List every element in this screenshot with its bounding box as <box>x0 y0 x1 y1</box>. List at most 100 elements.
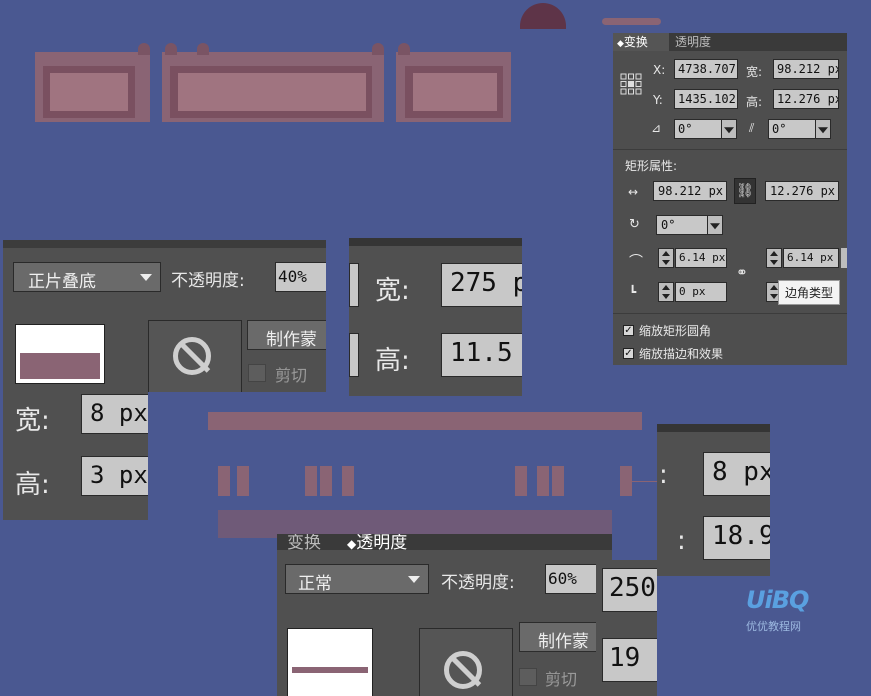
rotate-input[interactable]: 0° <box>674 119 722 139</box>
width-label: 宽: <box>746 65 763 79</box>
scale-corners-checkbox[interactable]: ✓ <box>623 325 634 336</box>
opacity-input[interactable]: 40% <box>275 262 326 292</box>
spinner-arrows-icon[interactable] <box>658 282 674 302</box>
corner-tl-input[interactable]: 6.14 px <box>675 248 727 268</box>
mask-thumbnail[interactable] <box>148 320 242 392</box>
frame-left-core <box>50 73 128 111</box>
top-bar-shape <box>602 18 661 25</box>
bump <box>372 43 384 55</box>
panel-tab-strip <box>3 240 326 248</box>
blend-mode-select[interactable]: 正片叠底 <box>13 262 161 292</box>
spinner-arrows-icon[interactable] <box>766 248 782 268</box>
size-panel-mid: 宽: 275 p 高: 11.5 <box>349 238 522 396</box>
panel-tab-strip <box>657 424 770 432</box>
opacity-label: 不透明度: <box>171 271 245 291</box>
transform-panel: ◆变换 透明度 X: 4738.707 宽: 98.212 px Y: 1435… <box>613 33 847 365</box>
field-edge <box>349 333 359 377</box>
width-label: 宽: <box>15 406 50 436</box>
layer-thumbnail[interactable] <box>287 628 373 696</box>
height-input[interactable]: 11.5 <box>441 333 522 377</box>
width-input[interactable]: 98.212 px <box>773 59 839 79</box>
post <box>305 466 317 496</box>
rect-angle-dropdown-arrow[interactable] <box>707 215 723 235</box>
thumbnail-shape <box>292 667 368 673</box>
width-input[interactable]: 250 <box>602 568 657 612</box>
rect-height-input[interactable]: 12.276 px <box>765 181 839 201</box>
height-input[interactable]: 3 px <box>81 456 148 496</box>
link-icon[interactable]: ⛓ <box>734 178 756 204</box>
height-input[interactable]: 12.276 px <box>773 89 839 109</box>
rotate-dropdown-arrow[interactable] <box>721 119 737 139</box>
thumbnail-shape <box>20 353 100 379</box>
post <box>320 466 332 496</box>
size-panel-small: 宽: 8 px 高: 3 px <box>3 392 148 520</box>
width-arrows-icon: ↔ <box>628 185 639 199</box>
panel-tab-strip <box>349 238 522 246</box>
y-label: Y: <box>653 93 663 107</box>
post <box>620 466 632 496</box>
mask-thumbnail[interactable] <box>419 628 513 696</box>
x-label: X: <box>653 63 666 77</box>
chain-icon[interactable]: ⚭ <box>736 265 748 281</box>
field-edge <box>841 248 847 268</box>
watermark-logo: UiBQ <box>746 586 809 614</box>
bump <box>398 43 410 55</box>
rect-props-title: 矩形属性: <box>625 159 678 173</box>
height-input[interactable]: 18.9 <box>703 516 770 560</box>
height-label: 高: <box>15 470 50 500</box>
watermark-caption: 优优教程网 <box>746 620 801 633</box>
height-input[interactable]: 19 <box>602 638 657 682</box>
divider <box>613 313 847 314</box>
x-input[interactable]: 4738.707 <box>674 59 738 79</box>
long-bar <box>208 412 642 430</box>
layer-thumbnail[interactable] <box>15 324 105 384</box>
width-input[interactable]: 8 px <box>703 452 770 496</box>
width-label-fragment: : <box>659 460 668 490</box>
bump <box>197 43 209 55</box>
chevron-down-icon <box>140 274 152 281</box>
frame-right-core <box>413 73 497 111</box>
tab-transform[interactable]: 变换 <box>287 534 321 553</box>
rect-angle-input[interactable]: 0° <box>656 215 708 235</box>
post <box>218 466 230 496</box>
shear-dropdown-arrow[interactable] <box>815 119 831 139</box>
clip-checkbox[interactable] <box>519 668 537 686</box>
post <box>342 466 354 496</box>
reference-point-icon[interactable] <box>620 73 642 95</box>
opacity-label: 不透明度: <box>441 573 515 593</box>
corner-type-icon: ⌒ <box>629 254 643 270</box>
blend-mode-value: 正常 <box>298 574 332 594</box>
blend-mode-value: 正片叠底 <box>28 272 96 292</box>
post <box>515 466 527 496</box>
tab-transparency[interactable]: 透明度 <box>675 33 711 50</box>
scale-strokes-checkbox[interactable]: ✓ <box>623 348 634 359</box>
scale-corners-label: 缩放矩形圆角 <box>639 324 712 338</box>
make-mask-button[interactable]: 制作蒙 <box>247 320 326 350</box>
height-label-fragment: : <box>677 526 686 556</box>
clip-checkbox[interactable] <box>248 364 266 382</box>
tab-transform[interactable]: ◆变换 <box>617 33 648 50</box>
frame-center-core <box>178 73 366 111</box>
tab-transparency[interactable]: ◆透明度 <box>347 534 407 553</box>
corner-tr-input[interactable]: 6.14 px <box>783 248 839 268</box>
shear-input[interactable]: 0° <box>768 119 816 139</box>
scale-strokes-label: 缩放描边和效果 <box>639 347 724 361</box>
rect-width-input[interactable]: 98.212 px <box>653 181 727 201</box>
width-input[interactable]: 8 px <box>81 394 148 434</box>
post <box>237 466 249 496</box>
size-panel-right: : 8 px : 18.9 <box>657 424 770 576</box>
chevron-down-icon <box>408 576 420 583</box>
post <box>537 466 549 496</box>
tab-bar <box>277 534 612 550</box>
width-input[interactable]: 275 p <box>441 263 522 307</box>
shear-icon: ⫽ <box>749 121 755 135</box>
corner-bl-input[interactable]: 0 px <box>675 282 727 302</box>
rotate-icon: ⊿ <box>651 121 662 135</box>
y-input[interactable]: 1435.102 <box>674 89 738 109</box>
clip-label: 剪切 <box>545 670 578 689</box>
height-label: 高: <box>746 95 763 109</box>
spinner-arrows-icon[interactable] <box>658 248 674 268</box>
opacity-input[interactable]: 60% <box>545 564 601 594</box>
blend-mode-select[interactable]: 正常 <box>285 564 429 594</box>
transparency-panel-top: 正片叠底 不透明度: 40% 制作蒙 剪切 <box>3 240 326 392</box>
